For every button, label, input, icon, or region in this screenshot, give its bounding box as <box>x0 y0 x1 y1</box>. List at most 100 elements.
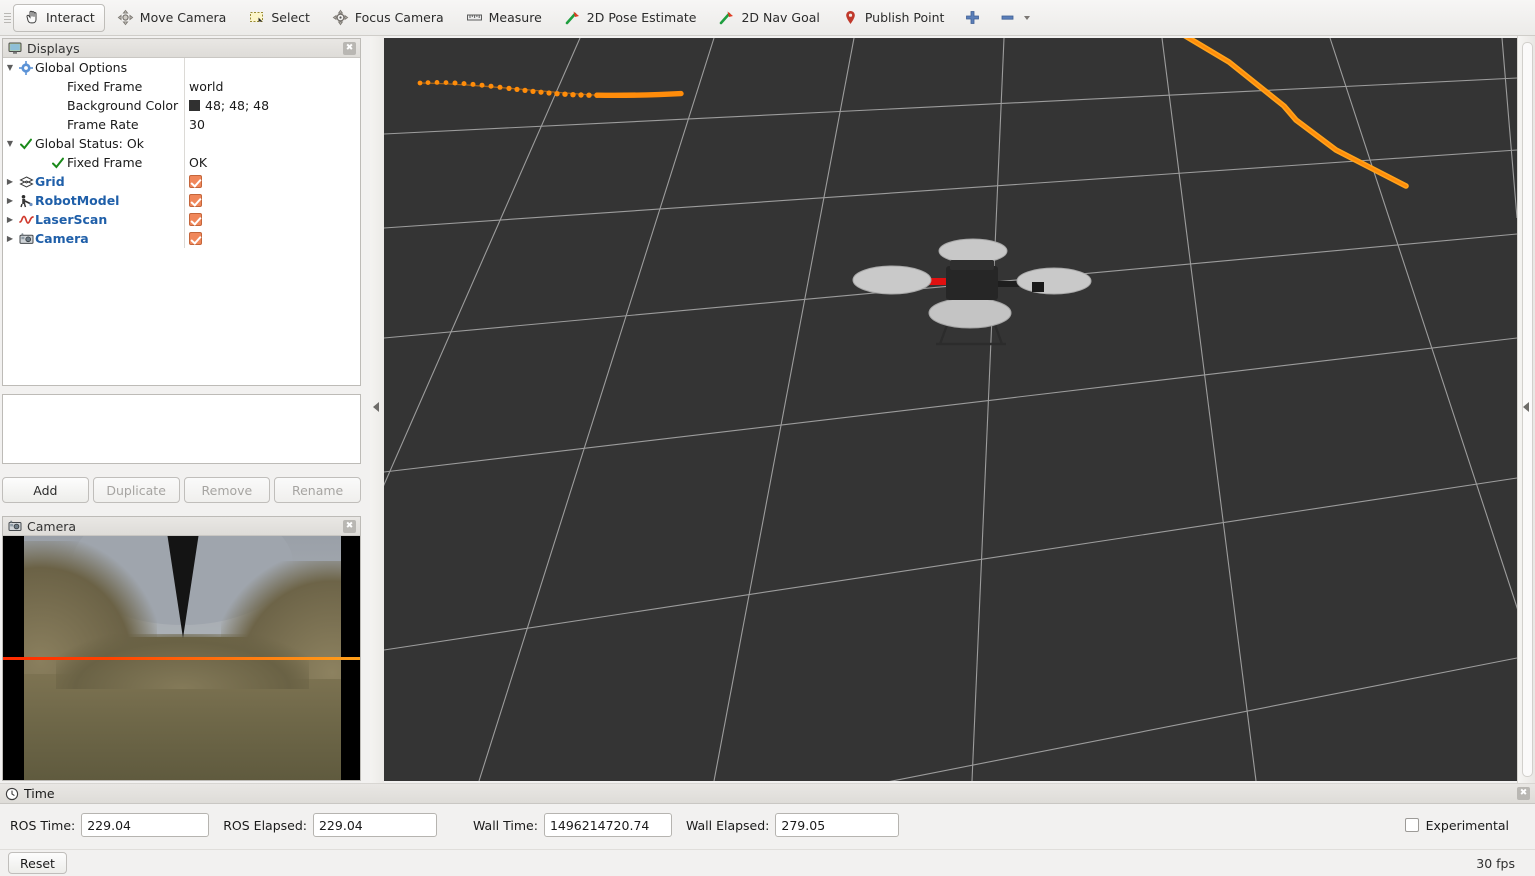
reset-button[interactable]: Reset <box>8 852 67 874</box>
display-row-name-cell: ▶ LaserScan <box>3 210 184 229</box>
time-panel-titlebar: Time ✖ <box>0 783 1535 804</box>
display-tree-row[interactable]: Fixed Frame world <box>3 77 360 96</box>
tool-interact[interactable]: Interact <box>13 3 105 32</box>
expander-closed-icon[interactable]: ▶ <box>3 215 17 224</box>
expander-closed-icon[interactable]: ▶ <box>3 177 17 186</box>
pose-arrow-icon <box>564 9 581 26</box>
displays-panel-title: Displays <box>27 40 80 56</box>
chevron-down-icon[interactable] <box>1022 9 1032 26</box>
remove-button[interactable]: Remove <box>183 477 271 503</box>
focus-camera-icon <box>332 9 349 26</box>
display-enable-checkbox[interactable] <box>189 232 202 245</box>
display-row-value-cell[interactable]: OK <box>184 153 360 172</box>
display-row-label: Camera <box>35 231 89 246</box>
display-tree-row[interactable]: ▼ Global Options <box>3 58 360 77</box>
collapse-left-arrow-icon[interactable] <box>373 402 379 412</box>
display-row-value-cell[interactable] <box>184 172 360 191</box>
display-row-value-cell[interactable] <box>184 229 360 248</box>
displays-panel: Displays ✖ ▼ Global Options Fixed Frame wor… <box>2 38 361 386</box>
rviz-window: Interact Move Camera Select Focus Camera… <box>0 0 1535 876</box>
tool-publish-point-label: Publish Point <box>864 10 945 25</box>
tool-measure-label: Measure <box>488 10 542 25</box>
tool-select[interactable]: Select <box>238 4 320 32</box>
display-enable-checkbox[interactable] <box>189 213 202 226</box>
clock-icon <box>5 787 19 801</box>
right-dock-collapse-strip[interactable] <box>1517 36 1535 783</box>
display-row-name-cell: Background Color <box>3 96 184 115</box>
viewport-background <box>384 38 1517 781</box>
display-tree-row[interactable]: Fixed Frame OK <box>3 153 360 172</box>
add-tool-button[interactable] <box>956 4 989 32</box>
move-camera-icon <box>117 9 134 26</box>
display-enable-checkbox[interactable] <box>189 175 202 188</box>
monitor-icon <box>8 41 22 55</box>
tool-interact-label: Interact <box>46 10 95 25</box>
display-row-value: OK <box>189 155 208 170</box>
experimental-checkbox[interactable] <box>1404 818 1419 832</box>
robot-rotor-right <box>1016 267 1092 295</box>
display-row-label: Global Options <box>35 60 128 75</box>
check-icon <box>17 137 35 151</box>
display-tree-row[interactable]: Frame Rate 30 <box>3 115 360 134</box>
expander-open-icon[interactable]: ▼ <box>3 63 17 72</box>
tool-publish-point[interactable]: Publish Point <box>832 4 955 32</box>
tool-move-camera[interactable]: Move Camera <box>107 4 237 32</box>
expander-closed-icon[interactable]: ▶ <box>3 234 17 243</box>
expander-closed-icon[interactable]: ▶ <box>3 196 17 205</box>
laserscan-line-left <box>594 90 684 99</box>
close-icon[interactable]: ✖ <box>1517 787 1530 800</box>
fps-indicator: 30 fps <box>1476 855 1515 871</box>
display-tree-row[interactable]: ▼ Global Status: Ok <box>3 134 360 153</box>
experimental-checkbox-group[interactable]: Experimental <box>1404 818 1525 833</box>
rename-button[interactable]: Rename <box>274 477 361 503</box>
display-row-value-cell[interactable] <box>184 191 360 210</box>
time-fields-row: ROS Time: 229.04 ROS Elapsed: 229.04 Wal… <box>0 807 1535 843</box>
camera-image-view[interactable] <box>3 536 360 780</box>
ros-elapsed-input[interactable]: 229.04 <box>312 813 437 837</box>
3d-render-viewport[interactable] <box>384 38 1517 781</box>
ros-time-label: ROS Time: <box>10 817 76 833</box>
display-row-value-cell[interactable] <box>184 58 360 77</box>
displays-tree[interactable]: ▼ Global Options Fixed Frame world Backgroun… <box>3 58 360 385</box>
display-tree-row[interactable]: ▶ Grid <box>3 172 360 191</box>
display-tree-row[interactable]: Background Color 48; 48; 48 <box>3 96 360 115</box>
check-icon <box>49 156 67 170</box>
ros-time-input[interactable]: 229.04 <box>81 813 210 837</box>
wall-time-input[interactable]: 1496214720.74 <box>543 813 672 837</box>
duplicate-button[interactable]: Duplicate <box>92 477 180 503</box>
display-row-value-cell[interactable] <box>184 134 360 153</box>
tool-2d-nav-goal[interactable]: 2D Nav Goal <box>708 4 829 32</box>
collapse-right-arrow-icon[interactable] <box>1523 402 1529 412</box>
display-enable-checkbox[interactable] <box>189 194 202 207</box>
time-panel: Time ✖ ROS Time: 229.04 ROS Elapsed: 229… <box>0 783 1535 876</box>
minus-icon <box>999 9 1016 26</box>
display-row-label: LaserScan <box>35 212 108 227</box>
wall-elapsed-input[interactable]: 279.05 <box>775 813 900 837</box>
tool-2d-pose-estimate[interactable]: 2D Pose Estimate <box>554 4 707 32</box>
close-icon[interactable]: ✖ <box>343 41 356 55</box>
left-dock-splitter[interactable] <box>370 36 384 783</box>
tool-focus-camera[interactable]: Focus Camera <box>322 4 454 32</box>
expander-open-icon[interactable]: ▼ <box>3 139 17 148</box>
display-tree-row[interactable]: ▶ RobotModel <box>3 191 360 210</box>
display-tree-row[interactable]: ▶ LaserScan <box>3 210 360 229</box>
camera-panel: Camera ✖ <box>2 516 361 781</box>
display-row-label: Fixed Frame <box>67 155 143 170</box>
display-tree-row[interactable]: ▶ Camera <box>3 229 360 248</box>
display-row-value-cell[interactable] <box>184 210 360 229</box>
tool-2d-nav-goal-label: 2D Nav Goal <box>741 10 820 25</box>
laserscan-icon <box>17 213 35 227</box>
add-button[interactable]: Add <box>2 477 89 503</box>
remove-tool-button[interactable] <box>991 4 1040 32</box>
display-row-value-cell[interactable]: 48; 48; 48 <box>184 96 360 115</box>
tool-measure[interactable]: Measure <box>456 4 552 32</box>
ros-elapsed-label: ROS Elapsed: <box>223 817 307 833</box>
display-row-name-cell: ▼ Global Status: Ok <box>3 134 184 153</box>
map-pin-icon <box>842 9 859 26</box>
close-icon[interactable]: ✖ <box>343 519 356 533</box>
toolbar-drag-handle[interactable] <box>2 0 12 36</box>
display-row-value-cell[interactable]: world <box>184 77 360 96</box>
ruler-icon <box>466 9 483 26</box>
display-row-value-cell[interactable]: 30 <box>184 115 360 134</box>
tool-2d-pose-estimate-label: 2D Pose Estimate <box>586 10 697 25</box>
